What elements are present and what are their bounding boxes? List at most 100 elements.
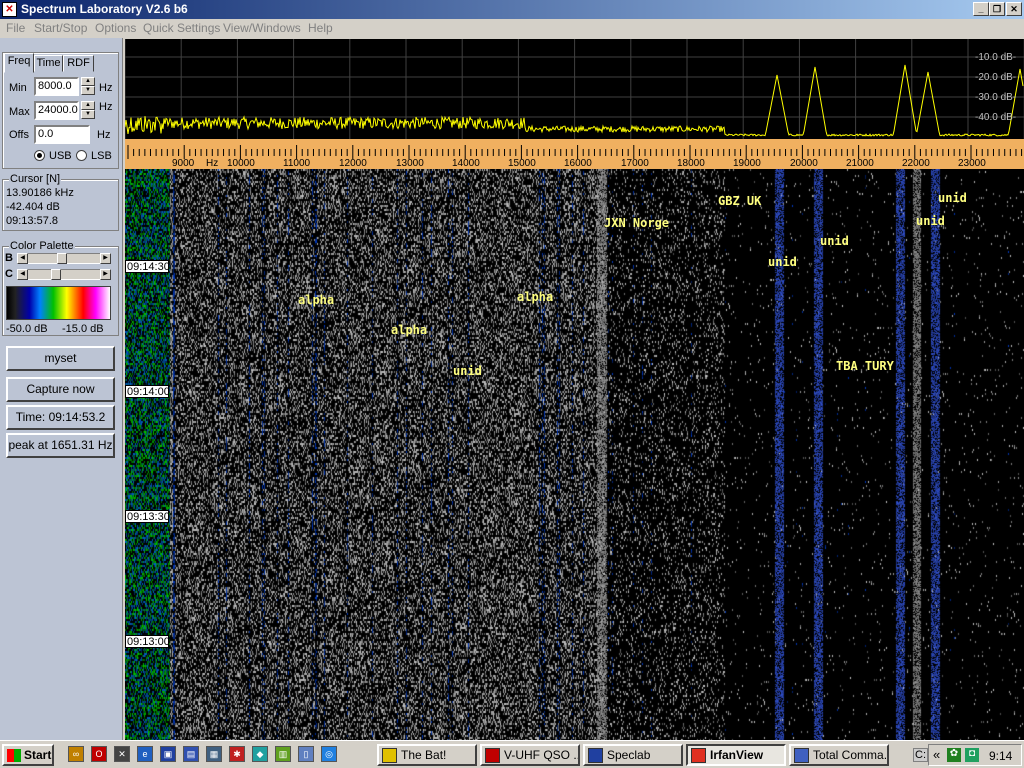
menu-help[interactable]: Help <box>308 21 333 35</box>
max-freq-input[interactable]: 24000.0 <box>34 101 79 120</box>
spectrum-plot[interactable]: -10.0 dB- -20.0 dB- -30.0 dB- -40.0 dB- <box>125 39 1024 139</box>
freq-label-12000: 12000 <box>339 158 367 169</box>
quicklaunch-icon-1[interactable]: ∞ <box>68 746 84 762</box>
brightness-slider[interactable]: ◀ ▶ <box>17 253 111 264</box>
freq-label-20000: 20000 <box>790 158 818 169</box>
timestamp-091300: 09:13:00 <box>125 635 170 648</box>
ie-icon[interactable]: e <box>137 746 153 762</box>
timestamp-091330: 09:13:30 <box>125 510 170 523</box>
tab-freq[interactable]: Freq <box>4 53 34 73</box>
menu-bar: File Start/Stop Options Quick Settings V… <box>0 19 1024 37</box>
freq-label-10000: 10000 <box>227 158 255 169</box>
frequency-scale[interactable]: 9000 Hz 10000 11000 12000 13000 14000 15… <box>125 139 1024 169</box>
waterfall-canvas <box>125 169 1024 740</box>
minimize-button[interactable]: _ <box>973 2 989 16</box>
time-button[interactable]: Time: 09:14:53.2 <box>6 405 115 430</box>
quicklaunch-icon-8[interactable]: ✱ <box>229 746 245 762</box>
menu-options[interactable]: Options <box>95 21 136 35</box>
freq-label-18000: 18000 <box>677 158 705 169</box>
freq-label-23000: 23000 <box>958 158 986 169</box>
brightness-left-arrow[interactable]: ◀ <box>17 253 28 264</box>
annotation-unid-3: unid <box>820 234 849 248</box>
tray-expand-chevron[interactable]: « <box>933 747 940 762</box>
app-icon[interactable]: ✕ <box>2 2 17 17</box>
menu-file[interactable]: File <box>6 21 25 35</box>
max-label: Max <box>9 106 30 118</box>
annotation-alpha-3: alpha <box>391 323 428 337</box>
total-commander-icon <box>794 748 809 763</box>
contrast-right-arrow[interactable]: ▶ <box>100 269 111 280</box>
myset-button[interactable]: myset <box>6 346 115 371</box>
title-bar[interactable]: ✕ Spectrum Laboratory V2.6 b6 _ ❐ ✕ <box>0 0 1024 19</box>
save-icon[interactable]: ▣ <box>160 746 176 762</box>
freq-label-hz: Hz <box>206 158 219 169</box>
contrast-slider[interactable]: ◀ ▶ <box>17 269 111 280</box>
quicklaunch-icon-10[interactable]: ▥ <box>275 746 291 762</box>
annotation-alpha-2: alpha <box>517 290 554 304</box>
task-v-uhf-qso[interactable]: V-UHF QSO ... <box>480 744 580 766</box>
task-label-total-commander: Total Comma... <box>813 748 889 762</box>
task-the-bat[interactable]: The Bat! <box>377 744 477 766</box>
waterfall-display[interactable]: 09:14:30 09:14:00 09:13:30 09:13:00 JXN … <box>125 169 1024 740</box>
brightness-thumb[interactable] <box>56 253 67 264</box>
lsb-radio[interactable] <box>76 150 87 161</box>
lsb-label: LSB <box>91 150 112 162</box>
quicklaunch-icon-9[interactable]: ◆ <box>252 746 268 762</box>
usb-label: USB <box>49 150 72 162</box>
task-total-commander[interactable]: Total Comma... <box>789 744 889 766</box>
freq-label-9000: 9000 <box>172 158 195 169</box>
max-freq-spinner[interactable]: ▲ ▼ <box>81 101 95 120</box>
menu-start-stop[interactable]: Start/Stop <box>34 21 87 35</box>
contrast-thumb[interactable] <box>50 269 61 280</box>
task-speclab[interactable]: Speclab <box>583 744 683 766</box>
freq-label-21000: 21000 <box>846 158 874 169</box>
peak-button[interactable]: peak at 1651.31 Hz <box>6 433 115 458</box>
contrast-left-arrow[interactable]: ◀ <box>17 269 28 280</box>
spectrum-lab-window: ✕ Spectrum Laboratory V2.6 b6 _ ❐ ✕ File… <box>0 0 1024 740</box>
annotation-alpha-1: alpha <box>298 293 335 307</box>
tray-network-icon[interactable]: ◘ <box>965 748 979 762</box>
quicklaunch-icon-6[interactable]: ▤ <box>183 746 199 762</box>
offs-label: Offs <box>9 129 29 141</box>
db-label-10: -10.0 dB- <box>975 52 1017 63</box>
task-label-v-uhf: V-UHF QSO ... <box>504 748 580 762</box>
quicklaunch-icon-11[interactable]: ▯ <box>298 746 314 762</box>
irfanview-icon <box>691 748 706 763</box>
opera-icon[interactable]: O <box>91 746 107 762</box>
min-freq-spinner[interactable]: ▲ ▼ <box>81 77 95 96</box>
annotation-unid-1: unid <box>938 191 967 205</box>
usb-radio[interactable] <box>34 150 45 161</box>
bat-icon <box>382 748 397 763</box>
offs-unit: Hz <box>97 129 111 141</box>
start-button[interactable]: Start <box>2 744 54 766</box>
tray-clock: 9:14 <box>989 749 1013 763</box>
restore-button[interactable]: ❐ <box>989 2 1005 16</box>
menu-quick-settings[interactable]: Quick Settings <box>143 21 220 35</box>
close-button[interactable]: ✕ <box>1006 2 1022 16</box>
min-label: Min <box>9 82 27 94</box>
tab-time[interactable]: Time <box>34 55 63 72</box>
tray-drive-indicator[interactable]: C: <box>913 748 928 762</box>
brightness-right-arrow[interactable]: ▶ <box>100 253 111 264</box>
offset-input[interactable]: 0.0 <box>34 125 90 144</box>
quicklaunch-icon-7[interactable]: ▦ <box>206 746 222 762</box>
annotation-unid-2: unid <box>916 214 945 228</box>
tab-rdf[interactable]: RDF <box>63 55 94 72</box>
task-label-the-bat: The Bat! <box>401 748 447 762</box>
annotation-unid-4: unid <box>768 255 797 269</box>
annotation-unid-5: unid <box>453 364 482 378</box>
menu-view-windows[interactable]: View/Windows <box>223 21 301 35</box>
task-irfanview[interactable]: IrfanView <box>686 744 786 766</box>
min-freq-input[interactable]: 8000.0 <box>34 77 79 96</box>
system-tray: C: « ✿ ◘ 9:14 <box>913 744 1022 766</box>
capture-now-button[interactable]: Capture now <box>6 377 115 402</box>
quicklaunch-icon-3[interactable]: ✕ <box>114 746 130 762</box>
color-palette-bar[interactable] <box>6 286 111 320</box>
timestamp-091430: 09:14:30 <box>125 260 170 273</box>
taskbar: Start ∞ O ✕ e ▣ ▤ ▦ ✱ ◆ ▥ ▯ ◎ The Bat! V… <box>0 740 1024 768</box>
b-label: B <box>5 252 13 264</box>
freq-label-19000: 19000 <box>733 158 761 169</box>
quicklaunch-icon-12[interactable]: ◎ <box>321 746 337 762</box>
tray-gear-icon[interactable]: ✿ <box>947 748 961 762</box>
window-title: Spectrum Laboratory V2.6 b6 <box>21 2 188 16</box>
